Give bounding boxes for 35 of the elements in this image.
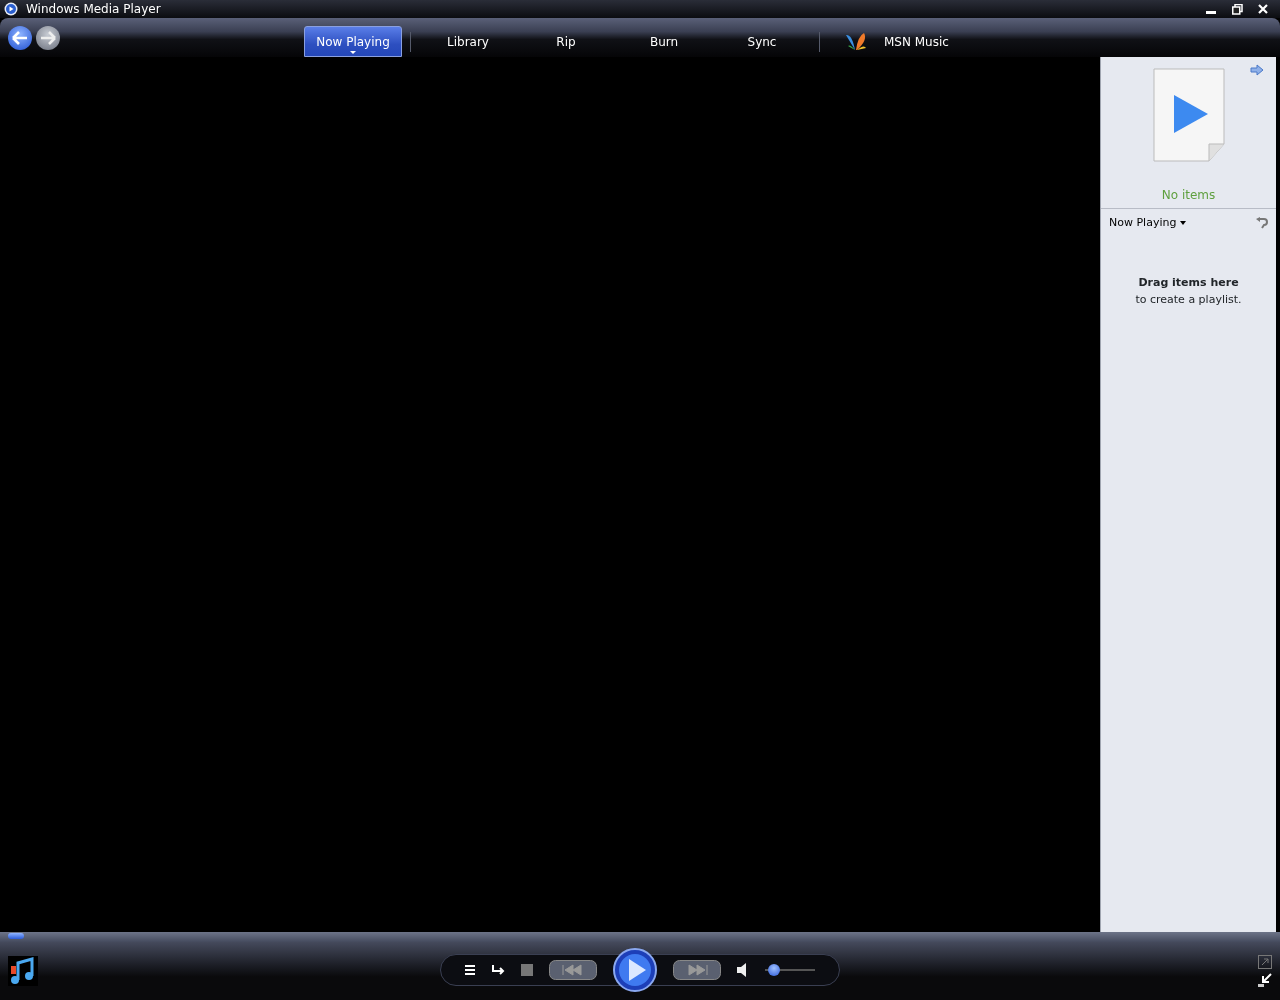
- back-button[interactable]: [8, 25, 32, 50]
- tab[interactable]: Library: [419, 26, 517, 57]
- hint-title: Drag items here: [1137, 275, 1240, 291]
- right-arrow-icon: [40, 30, 56, 45]
- tab[interactable]: Now Playing: [304, 26, 402, 57]
- app-icon: [4, 2, 18, 16]
- music-notes-icon[interactable]: [8, 956, 38, 986]
- caret-icon: [350, 51, 356, 54]
- volume-thumb[interactable]: [768, 964, 781, 976]
- left-arrow-icon: [12, 30, 28, 45]
- restore-icon[interactable]: [1231, 3, 1243, 15]
- hint-text: to create a playlist.: [1134, 291, 1243, 308]
- speaker-icon[interactable]: [737, 963, 749, 977]
- caret-icon: [1180, 221, 1187, 225]
- tab[interactable]: MSN Music: [828, 26, 978, 57]
- status-text: No items: [1161, 187, 1216, 204]
- playlist-button[interactable]: [465, 965, 475, 975]
- close-icon[interactable]: [1258, 4, 1268, 14]
- play-button[interactable]: [613, 948, 657, 992]
- forward-button[interactable]: [36, 25, 60, 50]
- media-file-icon: [1152, 68, 1225, 162]
- previous-button[interactable]: [549, 960, 597, 980]
- expand-icon[interactable]: [1258, 955, 1272, 969]
- seek-thumb[interactable]: [8, 933, 24, 939]
- butterfly-logo-icon: [844, 31, 868, 52]
- tab[interactable]: Sync: [713, 26, 811, 57]
- undo-icon[interactable]: [1256, 217, 1268, 229]
- tab[interactable]: Rip: [517, 26, 615, 57]
- tab[interactable]: Burn: [615, 26, 713, 57]
- arrow-icon[interactable]: [1250, 64, 1264, 76]
- shuffle-button[interactable]: [491, 965, 505, 975]
- mini-mode-icon[interactable]: [1258, 973, 1272, 987]
- playlist-dropdown[interactable]: Now Playing: [1109, 214, 1187, 232]
- window-title: Windows Media Player: [26, 1, 162, 18]
- next-button[interactable]: [673, 960, 721, 980]
